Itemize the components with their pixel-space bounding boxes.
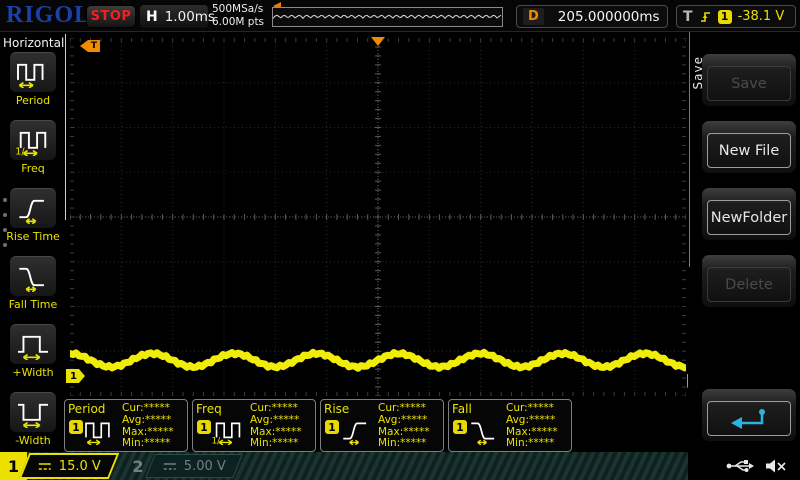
plus-width-icon (10, 324, 56, 364)
freq-icon: 1/ (10, 120, 56, 160)
channel1-status[interactable]: 1 15.0 V (0, 452, 114, 480)
horizontal-timebase-box[interactable]: H 1.00ms (140, 5, 208, 28)
left-menu-item-minus-width[interactable]: -Width (0, 392, 66, 458)
menu-page-dots (3, 198, 7, 247)
run-state-indicator: STOP (86, 5, 136, 28)
dc-coupling-icon (38, 462, 52, 471)
beeper-muted-icon (764, 458, 788, 474)
measure-category-title: Horizontal (0, 32, 66, 50)
channel1-scale: 15.0 V (59, 459, 101, 474)
left-menu-item-period[interactable]: Period (0, 52, 66, 118)
fall-time-icon (467, 417, 501, 445)
delay-label: D (523, 8, 544, 25)
rise-time-icon (339, 417, 373, 445)
memory-depth: 6.00M pts (212, 16, 264, 29)
rigol-logo: RIGOL (6, 2, 91, 29)
waveform-preview-strip (272, 7, 503, 27)
channel2-scale: 5.00 V (184, 459, 226, 474)
minus-width-icon (10, 392, 56, 432)
channel-badge: 1 (69, 420, 83, 434)
period-icon (83, 417, 117, 445)
usb-device-icon (725, 458, 755, 474)
waveform-display-area: T 1 (66, 32, 688, 399)
freq-icon: 1/ (211, 417, 245, 445)
channel-badge: 1 (325, 420, 339, 434)
timebase-value: 1.00ms (165, 9, 215, 25)
svg-text:1/: 1/ (15, 146, 25, 155)
horizontal-label: H (146, 9, 158, 25)
left-menu-item-freq[interactable]: 1/ Freq (0, 120, 66, 186)
svg-text:1/: 1/ (211, 437, 220, 445)
left-menu-item-rise-time[interactable]: Rise Time (0, 188, 66, 254)
left-measure-menu: Horizontal Period 1/ Freq (0, 32, 66, 452)
save-menu-panel: Save Save New File NewFolder Delete (688, 32, 800, 452)
new-file-button[interactable]: New File (702, 121, 796, 173)
trigger-position-marker-icon[interactable] (371, 37, 385, 46)
left-arrow-icon (80, 40, 88, 52)
left-menu-item-plus-width[interactable]: +Width (0, 324, 66, 390)
top-status-bar: RIGOL STOP H 1.00ms 500MSa/s 6.00M pts D… (0, 0, 800, 32)
trigger-source-badge: 1 (718, 10, 732, 24)
sample-rate: 500MSa/s (212, 3, 264, 16)
rise-time-icon (10, 188, 56, 228)
trigger-status-box[interactable]: T 1 -38.1 V (676, 5, 796, 28)
measurement-box-fall: Fall 1 Cur:***** Avg:***** Max:***** Min… (448, 399, 572, 452)
channel-status-bar: 1 15.0 V 2 5.00 V (0, 452, 800, 480)
delete-button[interactable]: Delete (702, 255, 796, 307)
trigger-label: T (683, 9, 693, 25)
left-menu-item-fall-time[interactable]: Fall Time (0, 256, 66, 322)
return-arrow-icon (727, 406, 771, 432)
delay-offset-box[interactable]: D 205.000000ms (516, 5, 668, 28)
trigger-slope-icon (699, 9, 712, 24)
acquisition-info: 500MSa/s 6.00M pts (212, 3, 264, 29)
back-button[interactable] (702, 389, 796, 441)
delay-value: 205.000000ms (558, 9, 660, 25)
fall-time-icon (10, 256, 56, 296)
period-icon (10, 52, 56, 92)
channel-badge: 1 (197, 420, 211, 434)
measurement-box-rise: Rise 1 Cur:***** Avg:***** Max:***** Min… (320, 399, 444, 452)
trigger-level-value: -38.1 V (738, 9, 785, 24)
save-button[interactable]: Save (702, 54, 796, 106)
measurement-box-period: Period 1 Cur:***** Avg:***** Max:***** M… (64, 399, 188, 452)
measurement-results-row: Period 1 Cur:***** Avg:***** Max:***** M… (64, 399, 572, 452)
preview-waveform (273, 8, 502, 26)
panel-divider (689, 32, 690, 267)
measurement-box-freq: Freq 1 1/ Cur:***** Avg:***** Max:***** … (192, 399, 316, 452)
new-folder-button[interactable]: NewFolder (702, 188, 796, 240)
channel2-status[interactable]: 2 5.00 V (126, 452, 238, 480)
trigger-offscreen-left-marker: T (80, 40, 100, 52)
channel-badge: 1 (453, 420, 467, 434)
graticule (70, 38, 686, 396)
dc-coupling-icon (163, 462, 177, 471)
system-status-icons (688, 452, 800, 480)
